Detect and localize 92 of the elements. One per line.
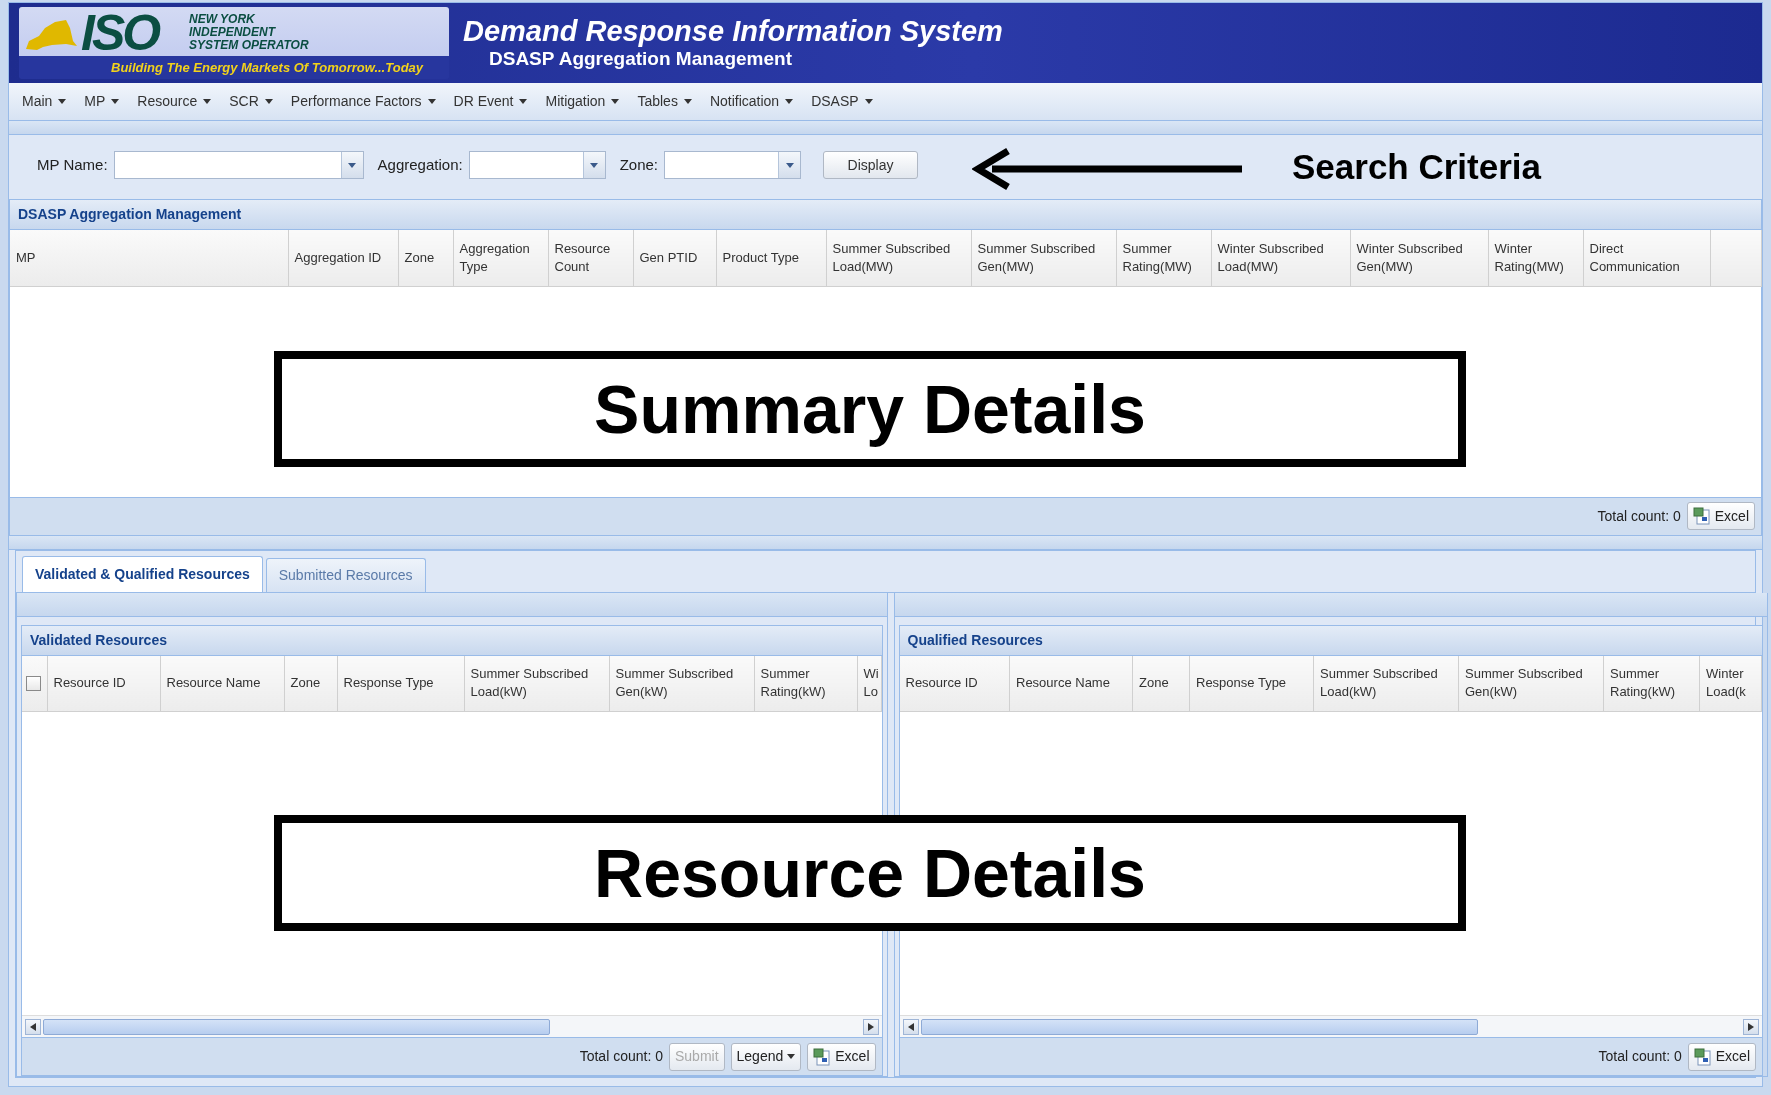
menu-item[interactable]: MP bbox=[79, 89, 125, 114]
select-all-checkbox[interactable] bbox=[26, 675, 41, 691]
column-header[interactable]: Zone bbox=[284, 655, 337, 712]
column-header[interactable]: Gen PTID bbox=[633, 230, 716, 286]
column-header[interactable]: Winter Load(k bbox=[1699, 655, 1762, 712]
column-header[interactable]: MP bbox=[10, 230, 288, 286]
field-label: Zone: bbox=[619, 154, 658, 175]
tab[interactable]: Submitted Resources bbox=[265, 557, 426, 592]
caret-icon bbox=[519, 99, 528, 104]
dropdown-field[interactable] bbox=[664, 151, 801, 179]
caret-icon bbox=[864, 99, 873, 104]
caret-icon bbox=[111, 99, 120, 104]
column-header[interactable]: Summer Rating(MW) bbox=[1116, 230, 1211, 286]
column-header[interactable]: Winter Subscribed Gen(MW) bbox=[1350, 230, 1488, 286]
excel-button[interactable]: Excel bbox=[807, 1042, 876, 1071]
caret-icon bbox=[683, 99, 692, 104]
horizontal-scrollbar[interactable] bbox=[899, 1015, 1762, 1037]
menu-item[interactable]: Notification bbox=[704, 89, 799, 114]
grid-title: DSASP Aggregation Management bbox=[10, 200, 1761, 230]
caret-icon bbox=[427, 99, 436, 104]
column-header[interactable]: Summer Rating(kW) bbox=[1603, 655, 1700, 712]
spreadsheet-icon bbox=[1692, 507, 1711, 525]
scrollbar-thumb[interactable] bbox=[43, 1018, 550, 1035]
menu-item[interactable]: DR Event bbox=[448, 89, 533, 114]
annotation-label: Search Criteria bbox=[1292, 146, 1542, 188]
column-header[interactable]: Resource Name bbox=[160, 655, 284, 712]
column-header[interactable]: Winter Subscribed Load(MW) bbox=[1211, 230, 1350, 286]
callout-box: Resource Details bbox=[274, 815, 1466, 931]
total-count: Total count: 0 bbox=[579, 1047, 663, 1066]
column-header[interactable]: Aggregation Type bbox=[453, 230, 548, 286]
menu-item[interactable]: SCR bbox=[224, 89, 278, 114]
column-header[interactable]: Direct Communication bbox=[1583, 230, 1710, 286]
display-button[interactable]: Display bbox=[823, 151, 918, 179]
field-label: Aggregation: bbox=[377, 154, 463, 175]
menu-item[interactable]: Main bbox=[17, 89, 72, 114]
column-header[interactable]: Zone bbox=[1132, 655, 1190, 712]
grid-title: Validated Resources bbox=[22, 625, 882, 656]
column-header[interactable]: Summer Subscribed Load(MW) bbox=[826, 230, 971, 286]
caret-icon bbox=[203, 99, 212, 104]
excel-button[interactable]: Excel bbox=[1687, 1042, 1756, 1071]
caret-icon bbox=[348, 162, 357, 168]
column-header[interactable]: Summer Subscribed Gen(kW) bbox=[609, 655, 754, 712]
column-header[interactable]: Resource Count bbox=[548, 230, 633, 286]
caret-icon bbox=[611, 99, 620, 104]
column-header[interactable]: Aggregation ID bbox=[288, 230, 398, 286]
caret-icon bbox=[264, 99, 273, 104]
caret-icon bbox=[785, 99, 794, 104]
menu-item[interactable]: Mitigation bbox=[540, 89, 625, 114]
caret-icon bbox=[58, 99, 67, 104]
dropdown-field[interactable] bbox=[113, 151, 364, 179]
total-count: Total count: 0 bbox=[1598, 1047, 1682, 1066]
left-arrow-icon bbox=[30, 1022, 36, 1031]
column-header[interactable]: Response Type bbox=[337, 655, 464, 712]
field-label: MP Name: bbox=[37, 154, 108, 175]
column-header[interactable]: Summer Rating(kW) bbox=[754, 655, 857, 712]
caret-icon bbox=[785, 162, 794, 168]
logo-tagline: Building The Energy Markets Of Tomorrow...Today bbox=[111, 61, 424, 74]
menu-item[interactable]: Performance Factors bbox=[285, 89, 441, 114]
column-header[interactable]: Response Type bbox=[1189, 655, 1314, 712]
caret-icon bbox=[787, 1054, 796, 1059]
right-arrow-icon bbox=[867, 1022, 874, 1031]
column-header[interactable]: Summer Subscribed Gen(kW) bbox=[1458, 655, 1604, 712]
total-count: Total count: 0 bbox=[1597, 506, 1681, 526]
organization-name: NEW YORK INDEPENDENT SYSTEM OPERATOR bbox=[189, 13, 309, 52]
excel-button[interactable]: Excel bbox=[1686, 502, 1755, 530]
column-header[interactable]: Summer Subscribed Gen(MW) bbox=[971, 230, 1116, 286]
column-header[interactable]: Product Type bbox=[716, 230, 826, 286]
grid-title: Qualified Resources bbox=[899, 625, 1762, 656]
app-title: Demand Response Information System bbox=[463, 15, 1003, 48]
menu-item[interactable]: Resource bbox=[132, 89, 217, 114]
right-arrow-icon bbox=[1748, 1022, 1754, 1031]
logo-text: ISO bbox=[81, 8, 159, 58]
column-header[interactable]: Summer Subscribed Load(kW) bbox=[1313, 655, 1459, 712]
state-map-icon bbox=[23, 19, 79, 51]
spreadsheet-icon bbox=[813, 1047, 832, 1066]
dropdown-field[interactable] bbox=[468, 151, 606, 179]
spreadsheet-icon bbox=[1693, 1047, 1712, 1066]
left-arrow-icon bbox=[907, 1022, 914, 1031]
scrollbar-thumb[interactable] bbox=[920, 1018, 1479, 1035]
column-header[interactable]: Winter Rating(MW) bbox=[1488, 230, 1583, 286]
menu-item[interactable]: DSASP bbox=[806, 89, 878, 114]
page-subtitle: DSASP Aggregation Management bbox=[488, 47, 793, 71]
column-header[interactable]: Zone bbox=[398, 230, 453, 286]
horizontal-scrollbar[interactable] bbox=[22, 1015, 882, 1037]
column-header[interactable]: Resource ID bbox=[899, 655, 1010, 712]
column-header[interactable]: Resource Name bbox=[1009, 655, 1133, 712]
column-header[interactable]: Resource ID bbox=[47, 655, 160, 712]
tab[interactable]: Validated & Qualified Resources bbox=[22, 555, 263, 592]
callout-box: Summary Details bbox=[274, 351, 1466, 467]
caret-icon bbox=[590, 162, 599, 168]
menu-item[interactable]: Tables bbox=[632, 89, 697, 114]
column-header[interactable]: Summer Subscribed Load(kW) bbox=[464, 655, 609, 712]
